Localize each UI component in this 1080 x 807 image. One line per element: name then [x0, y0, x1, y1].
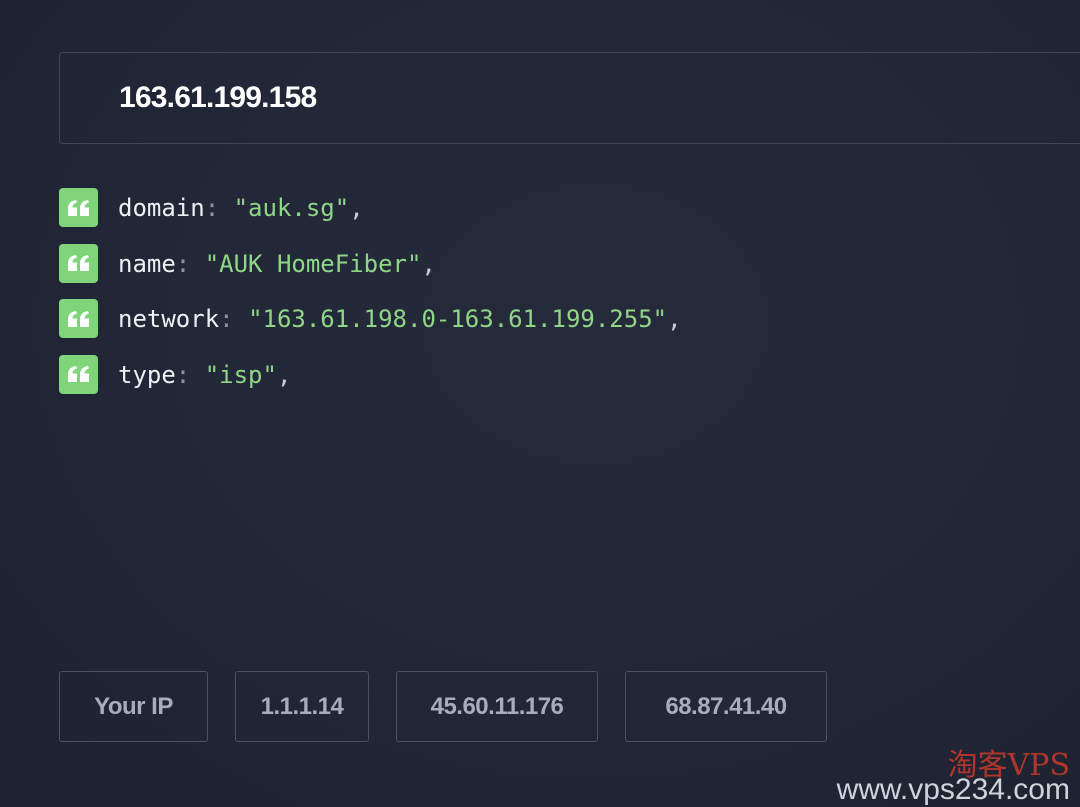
result-key: network	[118, 305, 220, 333]
sample-ip-button[interactable]: 45.60.11.176	[396, 671, 598, 742]
result-row-name: name: "AUK HomeFiber",	[59, 243, 682, 300]
result-value: "163.61.198.0-163.61.199.255"	[248, 305, 668, 333]
quote-icon	[59, 188, 98, 227]
ip-search-field[interactable]: 163.61.199.158	[59, 52, 1080, 144]
result-row-type: type: "isp",	[59, 354, 682, 411]
result-row-domain: domain: "auk.sg",	[59, 188, 682, 244]
result-comma: ,	[349, 194, 364, 222]
sample-ip-button[interactable]: 1.1.1.14	[235, 671, 369, 742]
your-ip-button[interactable]: Your IP	[59, 671, 208, 742]
result-key: name	[118, 249, 176, 278]
watermark-brand: 淘客VPS	[947, 748, 1070, 783]
result-comma: ,	[667, 305, 682, 333]
result-key: domain	[118, 194, 205, 222]
sample-ip-button[interactable]: 68.87.41.40	[625, 671, 827, 742]
result-value: "AUK HomeFiber"	[204, 249, 422, 278]
quote-icon	[59, 299, 98, 338]
result-value: "auk.sg"	[233, 194, 350, 222]
watermark: 淘客VPS www.vps234.com	[837, 751, 1070, 805]
result-value: "isp"	[204, 360, 277, 389]
result-colon: :	[175, 360, 191, 389]
sample-ip-buttons: Your IP 1.1.1.14 45.60.11.176 68.87.41.4…	[59, 671, 854, 742]
result-comma: ,	[276, 360, 292, 389]
watermark-url: www.vps234.com	[836, 773, 1070, 806]
quote-icon	[59, 243, 98, 283]
lookup-result-list: domain: "auk.sg", name: "AUK HomeFiber",…	[59, 188, 682, 410]
ip-search-value[interactable]: 163.61.199.158	[119, 80, 317, 116]
result-row-network: network: "163.61.198.0-163.61.199.255",	[59, 299, 682, 355]
result-colon: :	[175, 249, 191, 278]
result-key: type	[118, 360, 176, 389]
quote-icon	[59, 354, 98, 394]
result-comma: ,	[421, 249, 436, 278]
result-colon: :	[219, 305, 234, 333]
result-colon: :	[204, 194, 220, 222]
